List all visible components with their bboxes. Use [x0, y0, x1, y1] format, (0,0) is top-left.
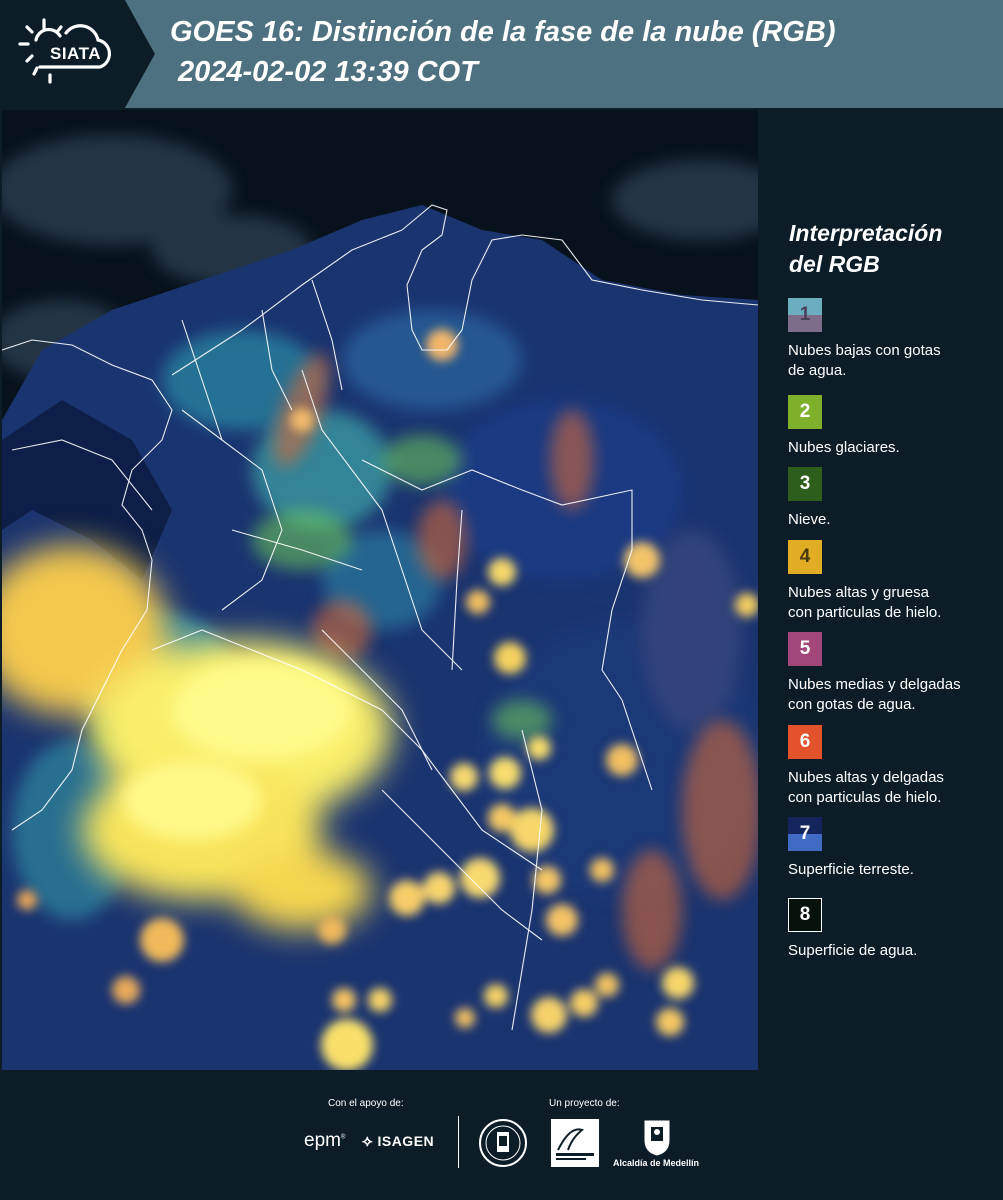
legend-swatch: 2 — [788, 395, 822, 429]
siata-logo: SIATA — [0, 0, 155, 108]
legend-label-line: Superficie de agua. — [788, 942, 918, 959]
legend-label-line: de agua. — [788, 362, 847, 379]
legend-number: 3 — [799, 473, 811, 494]
legend-label: Nubes medias y delgadas con gotas de agua… — [788, 675, 1000, 715]
timestamp: 2024-02-02 13:39 COT — [178, 56, 478, 88]
legend-label-line: Nubes altas y delgadas — [788, 769, 944, 786]
legend-title-line2: del RGB — [789, 251, 880, 277]
legend-number: 6 — [799, 731, 811, 752]
legend-label-line: con gotas de agua. — [788, 696, 916, 713]
legend-item: 6 Nubes altas y delgadas con particulas de… — [788, 725, 1000, 808]
legend-label: Superficie de agua. — [788, 941, 1000, 961]
legend-item: 1 Nubes bajas con gotas de agua. — [788, 298, 1000, 381]
medellin-seal-logo — [479, 1119, 527, 1167]
legend-item: 4 Nubes altas y gruesa con particulas de h… — [788, 540, 1000, 623]
legend-item: 7 Superficie terreste. — [788, 817, 1000, 880]
legend-label-line: Nubes altas y gruesa — [788, 584, 929, 601]
legend-number: 1 — [799, 304, 811, 325]
header: SIATA GOES 16: Distinción de la fase de … — [0, 0, 1003, 108]
legend-swatch: 1 — [788, 298, 822, 332]
legend-label: Nubes altas y gruesa con particulas de hi… — [788, 583, 1000, 623]
legend-label-line: Nieve. — [788, 511, 831, 528]
legend-label-line: Nubes medias y delgadas — [788, 676, 961, 693]
area-metropolitana-logo — [551, 1119, 599, 1167]
legend-swatch: 7 — [788, 817, 822, 851]
epm-text: epm — [304, 1130, 341, 1151]
legend-label-line: con particulas de hielo. — [788, 604, 942, 621]
project-label: Un proyecto de: — [549, 1098, 620, 1109]
legend-label: Superficie terreste. — [788, 860, 1000, 880]
epm-logo: epm® — [304, 1130, 346, 1151]
legend-panel: Interpretación del RGB 1 Nubes bajas con … — [760, 110, 1003, 1070]
isagen-logo: ⟡ ISAGEN — [362, 1133, 435, 1150]
support-label: Con el apoyo de: — [328, 1098, 404, 1109]
legend-title: Interpretación del RGB — [789, 218, 942, 280]
legend-item: 5 Nubes medias y delgadas con gotas de agu… — [788, 632, 1000, 715]
isagen-text: ISAGEN — [377, 1133, 435, 1149]
legend-label: Nubes altas y delgadas con particulas de … — [788, 768, 1000, 808]
alcaldia-label: Alcaldía de Medellín — [613, 1158, 700, 1168]
logo-text: SIATA — [50, 44, 101, 63]
legend-item: 8 Superficie de agua. — [788, 898, 1000, 961]
footer: Con el apoyo de: Un proyecto de: epm® ⟡ … — [0, 1070, 1003, 1200]
alcaldia-shield-logo — [644, 1120, 670, 1156]
legend-label-line: con particulas de hielo. — [788, 789, 942, 806]
legend-label: Nubes glaciares. — [788, 438, 1000, 458]
legend-item: 2 Nubes glaciares. — [788, 395, 1000, 458]
legend-swatch: 5 — [788, 632, 822, 666]
legend-item: 3 Nieve. — [788, 467, 1000, 530]
footer-divider — [458, 1116, 459, 1168]
legend-label-line: Nubes bajas con gotas — [788, 342, 941, 359]
legend-label-line: Nubes glaciares. — [788, 439, 900, 456]
legend-number: 8 — [799, 904, 811, 925]
page-title: GOES 16: Distinción de la fase de la nub… — [170, 16, 836, 48]
legend-swatch: 8 — [788, 898, 822, 932]
legend-swatch: 3 — [788, 467, 822, 501]
legend-title-line1: Interpretación — [789, 220, 943, 246]
satellite-map — [2, 110, 758, 1070]
legend-label-line: Superficie terreste. — [788, 861, 914, 878]
legend-number: 4 — [799, 546, 811, 567]
legend-number: 2 — [799, 401, 811, 422]
legend-swatch: 6 — [788, 725, 822, 759]
legend-number: 5 — [799, 638, 811, 659]
legend-swatch: 4 — [788, 540, 822, 574]
legend-label: Nubes bajas con gotas de agua. — [788, 341, 1000, 381]
legend-label: Nieve. — [788, 510, 1000, 530]
legend-number: 7 — [799, 823, 811, 844]
